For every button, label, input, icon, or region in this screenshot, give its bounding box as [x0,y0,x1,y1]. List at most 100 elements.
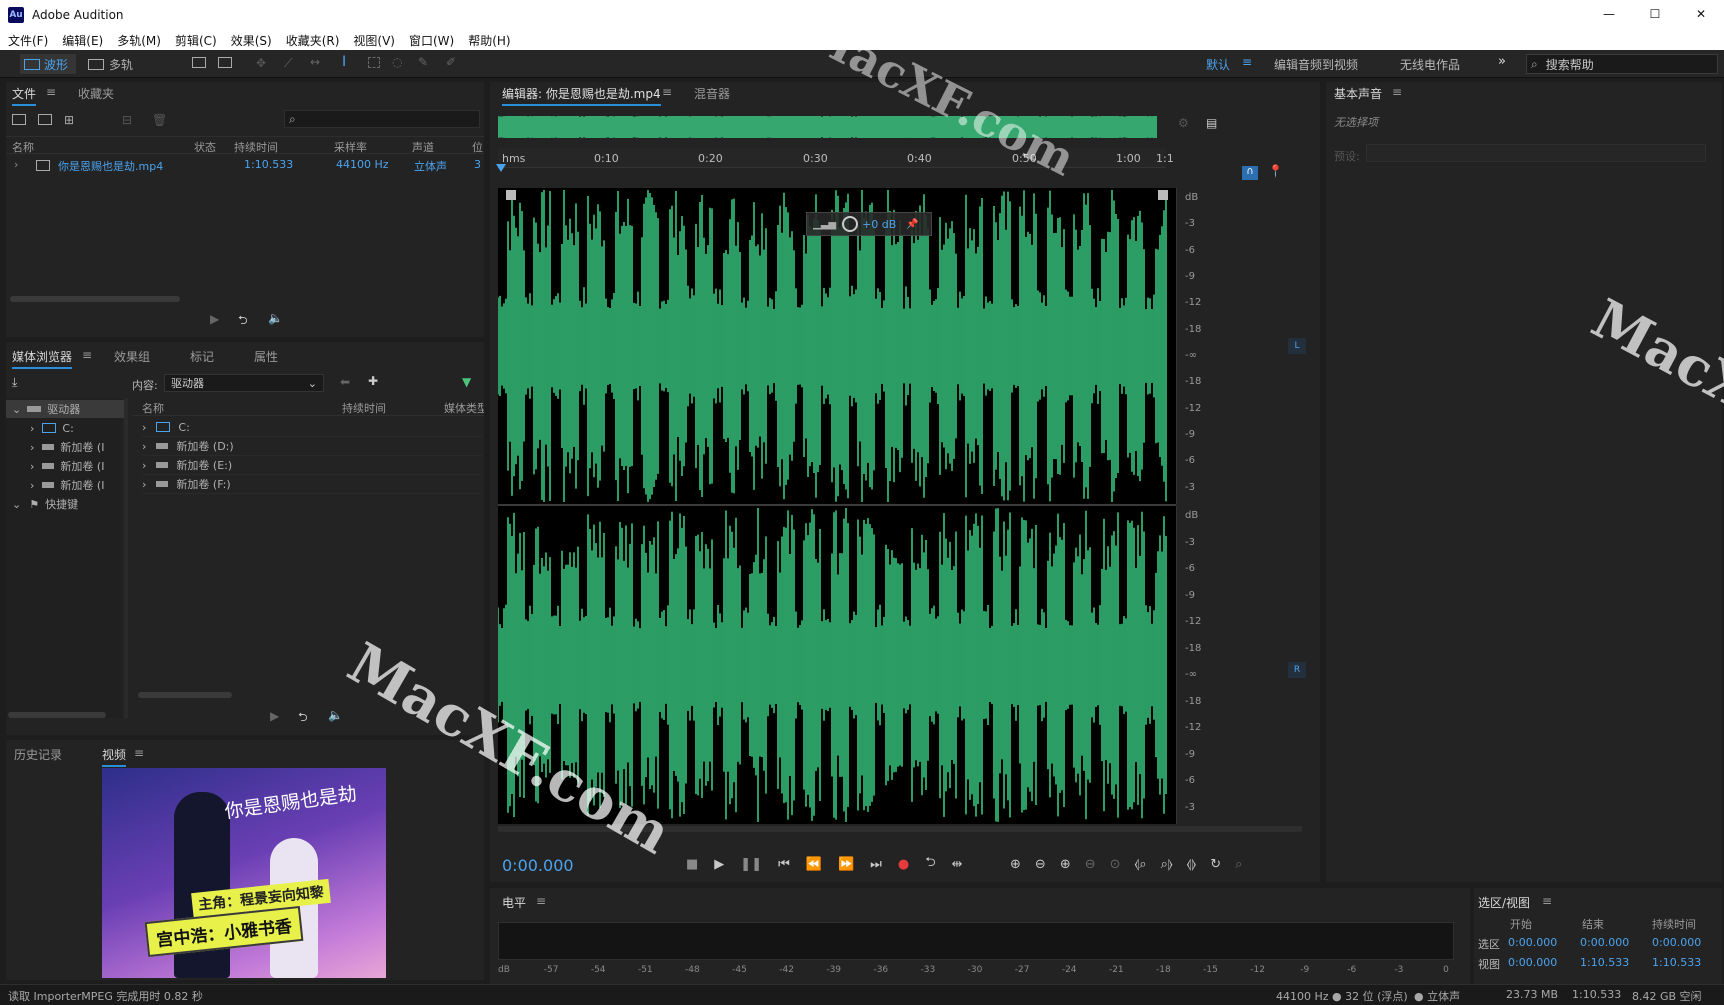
skip-to-end-icon[interactable]: ⏭ [870,857,882,872]
col-bits[interactable]: 位 [472,139,483,155]
waveform-right-channel[interactable] [498,506,1176,824]
preset-select[interactable] [1366,144,1706,162]
selection-end-field[interactable]: 0:00.000 [1580,936,1629,949]
tab-menu-icon[interactable]: ≡ [46,85,56,99]
pin-icon[interactable]: 📍 [1268,164,1283,178]
tree-shortcuts[interactable]: ⌄ ⚑ 快捷键 [12,495,78,513]
rewind-icon[interactable]: ⏪ [806,857,822,872]
reset-zoom-icon[interactable]: ↻ [1210,857,1221,872]
skip-selection-icon[interactable]: ⇹ [952,857,963,872]
col-name[interactable]: 名称 [142,400,164,416]
menu-file[interactable]: 文件(F) [8,32,48,49]
tab-menu-icon[interactable]: ≡ [662,85,672,99]
channel-right-button[interactable]: R [1288,662,1306,678]
marquee-tool-icon[interactable] [368,57,380,68]
fade-in-handle[interactable] [506,190,516,200]
tab-files[interactable]: 文件 [12,85,37,106]
list-item[interactable]: › C: [142,418,482,437]
tab-video[interactable]: 视频 [102,746,127,767]
loop-icon[interactable]: ⮌ [298,708,308,729]
filter-icon[interactable]: ▼ [462,375,471,389]
time-selection-tool-icon[interactable]: I [342,54,346,70]
tab-favorites[interactable]: 收藏夹 [78,85,114,102]
tab-effects-rack[interactable]: 效果组 [114,348,150,365]
panel-menu-icon[interactable]: ≡ [1392,85,1402,99]
col-duration[interactable]: 持续时间 [234,139,278,155]
stop-icon[interactable]: ■ [686,857,698,872]
back-arrow-icon[interactable]: ⬅ [340,375,350,389]
more-workspaces-icon[interactable]: » [1498,54,1506,69]
slip-tool-icon[interactable]: ↔ [310,55,320,69]
view-start-field[interactable]: 0:00.000 [1508,956,1557,969]
skip-to-start-icon[interactable]: ⏮ [778,857,790,872]
zoom-in-time-icon[interactable]: ⊕ [1060,857,1071,872]
playhead-marker[interactable] [496,164,506,172]
autoplay-icon[interactable]: 🔈 [328,708,343,722]
move-tool-icon[interactable]: ✥ [256,56,266,70]
brush-tool-icon[interactable]: ✎ [418,55,428,69]
fast-forward-icon[interactable]: ⏩ [838,857,854,872]
hud-gain-control[interactable]: ▁▃▅ +0 dB 📌 [806,212,932,236]
zoom-navigator-icon[interactable]: ⚙ [1178,116,1189,130]
col-duration[interactable]: 持续时间 [342,400,386,416]
open-file-icon[interactable] [12,114,26,125]
pin-hud-icon[interactable]: 📌 [906,219,918,230]
panel-menu-icon[interactable]: ▤ [1206,116,1217,130]
zoom-in-point-icon[interactable]: ⦉⌕ [1135,857,1147,872]
view-end-field[interactable]: 1:10.533 [1580,956,1629,969]
file-row[interactable]: › 你是恩赐也是劫.mp4 1:10.533 44100 Hz 立体声 3 [6,156,484,174]
headphone-icon[interactable]: ∩ [1242,166,1258,180]
files-scrollbar[interactable] [10,296,180,302]
pane-splitter[interactable] [124,398,128,718]
play-icon[interactable]: ▶ [210,312,219,326]
autoplay-icon[interactable]: 🔈 [268,311,283,325]
pause-icon[interactable]: ❚❚ [740,857,762,872]
import-file-icon[interactable] [38,114,52,125]
level-meter[interactable] [498,922,1454,960]
tab-menu-icon[interactable]: ≡ [82,348,92,362]
list-item[interactable]: › 新加卷 (D:) [142,437,482,456]
menu-multitrack[interactable]: 多轨(M) [117,32,161,49]
workspace-menu-icon[interactable]: ≡ [1242,55,1252,69]
pitch-display-button[interactable] [218,57,232,68]
tab-media-browser[interactable]: 媒体浏览器 [12,348,73,369]
tab-editor[interactable]: 编辑器: 你是恩赐也是劫.mp4 [502,85,661,106]
tree-drive-d[interactable]: › 新加卷 (I [30,438,104,456]
multitrack-mode-button[interactable]: 多轨 [88,54,133,74]
zoom-in-amplitude-icon[interactable]: ⊕ [1010,857,1021,872]
workspace-default[interactable]: 默认 [1206,56,1230,73]
loop-icon[interactable]: ⮌ [238,311,248,332]
tree-scrollbar[interactable] [8,712,106,718]
close-button[interactable]: ✕ [1678,0,1724,30]
menu-favorites[interactable]: 收藏夹(R) [286,32,340,49]
menu-edit[interactable]: 编辑(E) [62,32,103,49]
spectral-display-button[interactable] [192,57,206,68]
healing-tool-icon[interactable]: ✐ [446,55,456,69]
menu-help[interactable]: 帮助(H) [468,32,510,49]
media-scrollbar[interactable] [138,692,232,698]
help-search-box[interactable]: ⌕ 搜索帮助 [1526,54,1718,74]
selection-start-field[interactable]: 0:00.000 [1508,936,1557,949]
col-sample-rate[interactable]: 采样率 [334,139,367,155]
razor-tool-icon[interactable]: ⟋ [284,56,292,71]
list-item[interactable]: › 新加卷 (E:) [142,456,482,475]
channel-left-button[interactable]: L [1288,338,1306,354]
tab-history[interactable]: 历史记录 [14,746,62,763]
zoom-selection-icon[interactable]: ⊙ [1110,857,1121,872]
list-item[interactable]: › 新加卷 (F:) [142,475,482,494]
loop-playback-icon[interactable]: ⮌ [925,853,935,875]
zoom-out-full-icon[interactable]: ⊖ [1085,857,1096,872]
add-shortcut-icon[interactable]: ✚ [368,374,378,388]
download-icon[interactable]: ⤓ [12,375,17,390]
col-channels[interactable]: 声道 [412,139,434,155]
selection-duration-field[interactable]: 0:00.000 [1652,936,1701,949]
zoom-to-fit-icon[interactable]: ⦉⦊ [1187,857,1197,872]
content-select[interactable]: 驱动器 ⌄ [164,374,324,392]
zoom-out-point-icon[interactable]: ⌕⦊ [1161,857,1173,872]
fade-out-handle[interactable] [1158,190,1168,200]
workspace-edit-audio-to-video[interactable]: 编辑音频到视频 [1274,56,1358,73]
menu-clip[interactable]: 剪辑(C) [175,32,217,49]
col-status[interactable]: 状态 [194,139,216,155]
play-icon[interactable]: ▶ [714,857,724,872]
tab-properties[interactable]: 属性 [254,348,278,365]
